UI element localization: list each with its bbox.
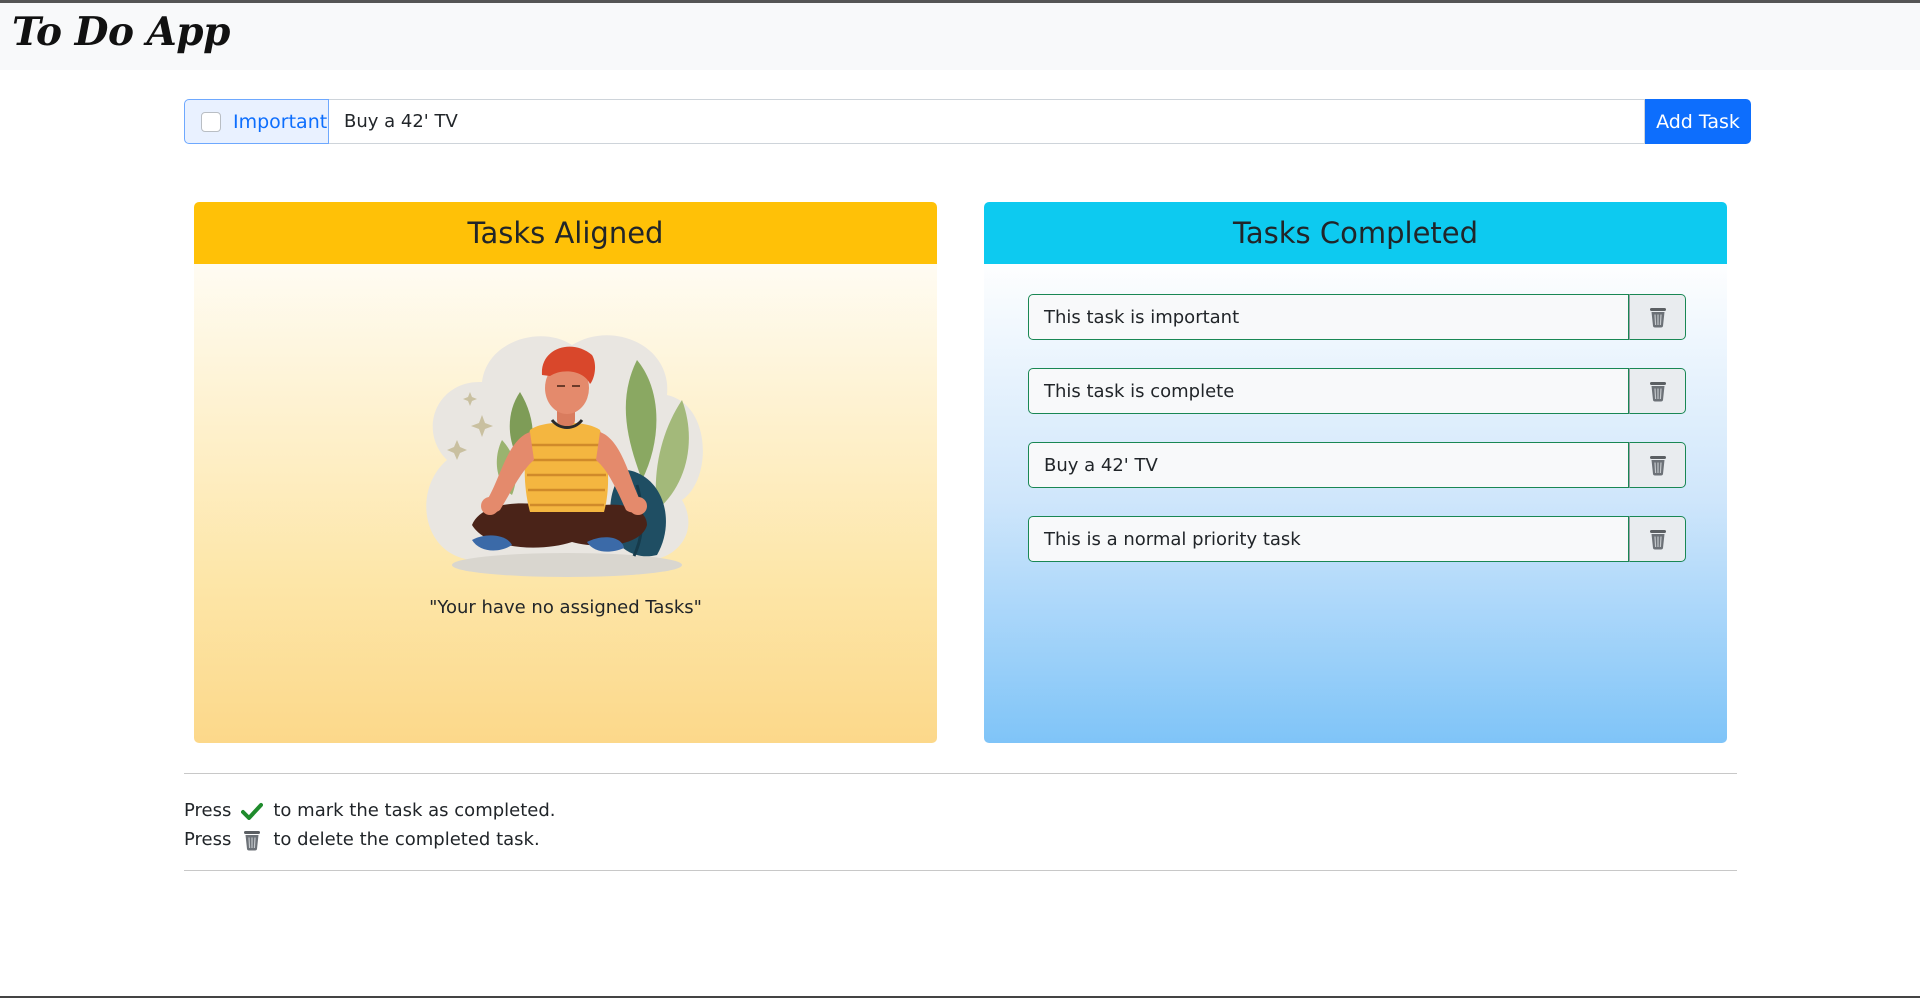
trash-icon <box>1649 456 1666 476</box>
navbar: To Do App <box>0 3 1920 70</box>
instruction-prefix: Press <box>184 829 232 850</box>
app-title[interactable]: To Do App <box>12 9 230 55</box>
bottom-divider <box>184 870 1737 871</box>
completed-task-row: Buy a 42' TV <box>1028 442 1686 488</box>
completed-task-text: Buy a 42' TV <box>1028 442 1629 488</box>
add-task-button[interactable]: Add Task <box>1645 99 1751 144</box>
important-checkbox[interactable] <box>201 111 221 132</box>
instructions: Press to mark the task as completed. Pre… <box>184 796 556 854</box>
no-tasks-message: "Your have no assigned Tasks" <box>429 597 702 618</box>
tasks-completed-panel: Tasks Completed This task is important T… <box>984 202 1727 743</box>
delete-task-button[interactable] <box>1629 294 1686 340</box>
task-input-group: Important Add Task <box>184 99 1751 144</box>
completed-task-row: This task is important <box>1028 294 1686 340</box>
tasks-completed-header: Tasks Completed <box>984 202 1727 264</box>
trash-icon <box>1649 308 1666 328</box>
task-input[interactable] <box>329 99 1645 144</box>
trash-icon <box>1649 382 1666 402</box>
delete-task-button[interactable] <box>1629 516 1686 562</box>
instruction-delete: Press to delete the completed task. <box>184 825 556 854</box>
completed-task-text: This is a normal priority task <box>1028 516 1629 562</box>
trash-icon <box>1649 530 1666 550</box>
instruction-complete: Press to mark the task as completed. <box>184 796 556 825</box>
delete-task-button[interactable] <box>1629 368 1686 414</box>
completed-task-list: This task is important This task is comp… <box>1028 294 1686 590</box>
completed-task-row: This task is complete <box>1028 368 1686 414</box>
trash-icon <box>244 830 261 850</box>
tasks-aligned-panel: Tasks Aligned "Your have no assigned Tas… <box>194 202 937 743</box>
tasks-aligned-header: Tasks Aligned <box>194 202 937 264</box>
check-icon <box>241 802 264 820</box>
completed-task-row: This is a normal priority task <box>1028 516 1686 562</box>
completed-task-text: This task is complete <box>1028 368 1629 414</box>
instruction-complete-text: to mark the task as completed. <box>273 800 556 821</box>
completed-task-text: This task is important <box>1028 294 1629 340</box>
top-divider <box>184 773 1737 774</box>
delete-task-button[interactable] <box>1629 442 1686 488</box>
instruction-prefix: Press <box>184 800 232 821</box>
instruction-delete-text: to delete the completed task. <box>273 829 540 850</box>
important-label: Important <box>233 110 328 133</box>
important-toggle[interactable]: Important <box>184 99 329 144</box>
meditating-person-illustration <box>426 335 703 577</box>
